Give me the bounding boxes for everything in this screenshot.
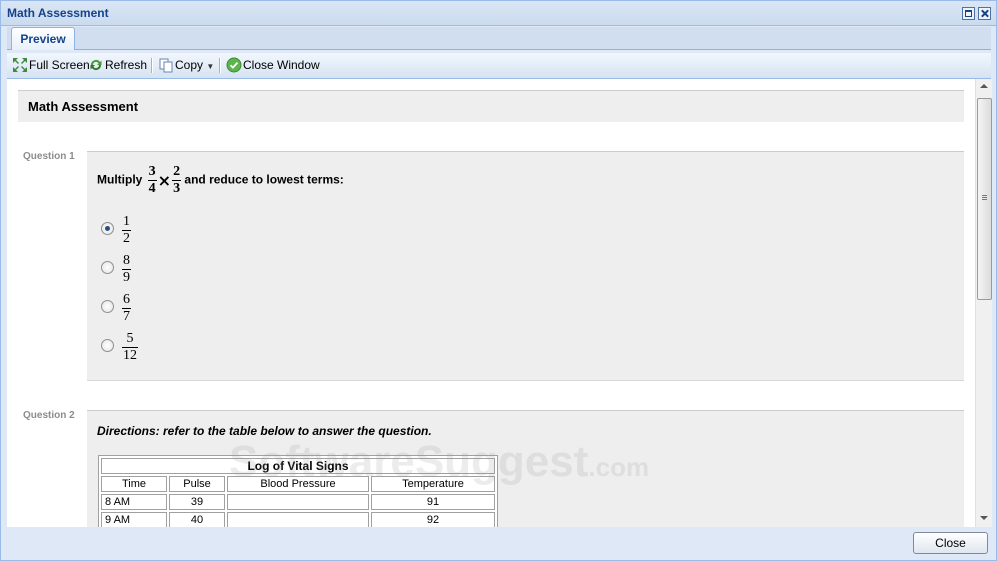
watermark-suffix: .com bbox=[588, 452, 650, 482]
table-cell: 40 bbox=[169, 512, 225, 527]
table-row: 8 AM 39 91 bbox=[101, 494, 495, 510]
assessment-header: Math Assessment bbox=[18, 90, 964, 122]
watermark-main: SoftwareSuggest bbox=[229, 437, 589, 486]
table-cell: 92 bbox=[371, 512, 495, 527]
copy-icon bbox=[159, 58, 173, 73]
radio-button[interactable] bbox=[101, 339, 114, 352]
table-cell: 8 AM bbox=[101, 494, 167, 510]
scroll-thumb[interactable] bbox=[977, 98, 992, 300]
table-cell: 9 AM bbox=[101, 512, 167, 527]
preview-toolbar: Full Screen Refresh Copy ▼ Close Window bbox=[7, 53, 991, 79]
prompt-prefix: Multiply bbox=[97, 172, 143, 187]
option-1-fraction: 1 2 bbox=[122, 214, 131, 247]
fraction-b-numerator: 2 bbox=[172, 164, 182, 181]
column-header: Pulse bbox=[169, 476, 225, 492]
table-cell bbox=[227, 512, 369, 527]
vertical-scrollbar[interactable] bbox=[975, 79, 992, 527]
table-row: 9 AM 40 92 bbox=[101, 512, 495, 527]
column-header: Time bbox=[101, 476, 167, 492]
refresh-button[interactable]: Refresh bbox=[88, 57, 147, 74]
prompt-suffix: and reduce to lowest terms: bbox=[184, 172, 344, 187]
full-screen-label: Full Screen bbox=[29, 58, 90, 72]
option-1-numerator: 1 bbox=[122, 214, 131, 231]
option-3-numerator: 6 bbox=[122, 292, 131, 309]
fraction-a: 3 4 bbox=[147, 164, 157, 197]
radio-button-selected[interactable] bbox=[101, 222, 114, 235]
option-1-denominator: 2 bbox=[123, 231, 130, 246]
option-4-fraction: 5 12 bbox=[122, 331, 138, 364]
check-circle-icon bbox=[226, 57, 242, 73]
toolbar-separator bbox=[151, 58, 153, 73]
scroll-up-icon[interactable] bbox=[980, 84, 988, 88]
table-cell: 91 bbox=[371, 494, 495, 510]
fraction-b: 2 3 bbox=[172, 164, 182, 197]
fraction-a-numerator: 3 bbox=[147, 164, 157, 181]
copy-label: Copy bbox=[175, 58, 204, 72]
times-symbol: × bbox=[157, 171, 172, 190]
window-title: Math Assessment bbox=[7, 6, 109, 20]
tab-strip: Preview bbox=[7, 27, 991, 50]
close-window-label: Close Window bbox=[243, 58, 320, 72]
fraction-b-denominator: 3 bbox=[173, 181, 181, 196]
chevron-down-icon: ▼ bbox=[206, 62, 215, 71]
option-4-numerator: 5 bbox=[122, 331, 138, 348]
fraction-a-denominator: 4 bbox=[148, 181, 156, 196]
table-cell: 39 bbox=[169, 494, 225, 510]
option-2-denominator: 9 bbox=[123, 270, 130, 285]
watermark-logo: SoftwareSuggest.com bbox=[229, 437, 649, 487]
table-cell bbox=[227, 494, 369, 510]
copy-button[interactable]: Copy ▼ bbox=[158, 57, 214, 74]
question-2-directions: Directions: refer to the table below to … bbox=[97, 424, 432, 438]
option-4-denominator: 12 bbox=[123, 348, 137, 363]
window-footer: Close bbox=[1, 528, 996, 560]
radio-button[interactable] bbox=[101, 300, 114, 313]
close-button[interactable]: Close bbox=[913, 532, 988, 554]
close-icon[interactable] bbox=[978, 7, 991, 20]
tab-preview[interactable]: Preview bbox=[11, 27, 75, 50]
question-1-label: Question 1 bbox=[23, 151, 75, 162]
question-1-prompt: Multiply 3 4 × 2 3 and reduce to lowest … bbox=[97, 164, 344, 197]
refresh-label: Refresh bbox=[105, 58, 148, 72]
option-3-denominator: 7 bbox=[123, 309, 130, 324]
scroll-down-icon[interactable] bbox=[980, 516, 988, 520]
close-window-button[interactable]: Close Window bbox=[226, 57, 320, 74]
math-assessment-window: Math Assessment Preview Full Screen Refr… bbox=[0, 0, 997, 561]
option-2-fraction: 8 9 bbox=[122, 253, 131, 286]
question-1-box: Multiply 3 4 × 2 3 and reduce to lowest … bbox=[87, 151, 964, 381]
radio-button[interactable] bbox=[101, 261, 114, 274]
option-2-numerator: 8 bbox=[122, 253, 131, 270]
grip-icon bbox=[982, 195, 987, 200]
window-titlebar[interactable]: Math Assessment bbox=[1, 1, 996, 26]
maximize-icon[interactable] bbox=[962, 7, 975, 20]
assessment-title: Math Assessment bbox=[28, 99, 139, 114]
full-screen-icon bbox=[13, 58, 27, 72]
refresh-icon bbox=[90, 60, 102, 70]
question-2-label: Question 2 bbox=[23, 410, 75, 421]
option-3-fraction: 6 7 bbox=[122, 292, 131, 325]
full-screen-button[interactable]: Full Screen bbox=[12, 57, 90, 74]
toolbar-separator bbox=[219, 58, 221, 73]
